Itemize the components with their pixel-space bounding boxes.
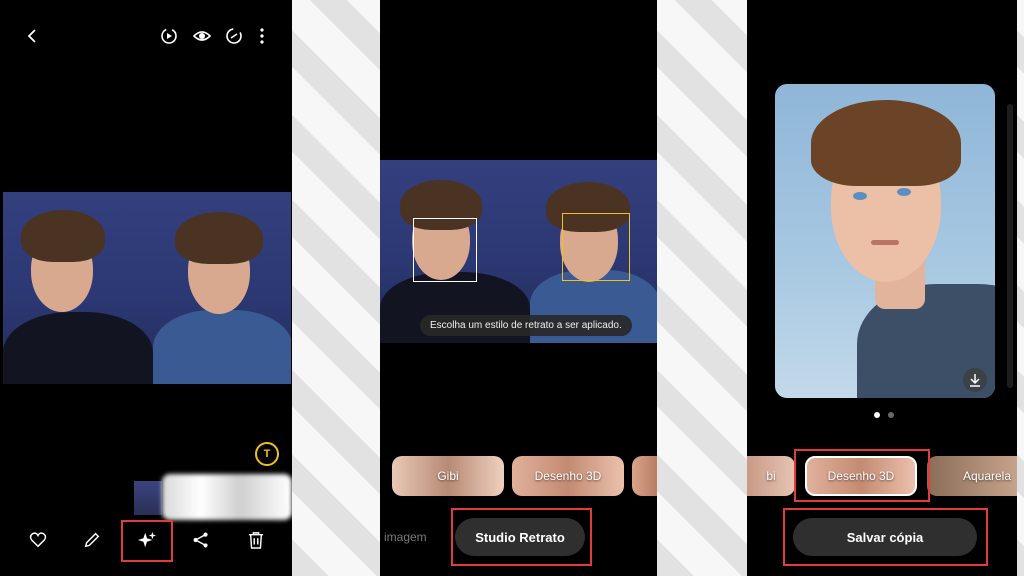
style-chip-desenho-3d[interactable]: Desenho 3D — [512, 456, 624, 496]
main-photo — [3, 192, 291, 384]
portrait-mouth — [871, 240, 899, 245]
page-dot — [888, 412, 894, 418]
back-icon[interactable] — [20, 24, 44, 48]
eye-icon[interactable] — [190, 24, 214, 48]
style-chip-gibi-partial[interactable]: bi — [747, 456, 795, 496]
rotate-icon[interactable] — [222, 24, 246, 48]
background-pattern — [657, 0, 747, 576]
page-dot-active — [874, 412, 880, 418]
pencil-icon[interactable] — [80, 528, 104, 552]
gallery-viewer-screen: T — [0, 0, 292, 576]
style-chip-aquarela[interactable]: Aquarela — [927, 456, 1017, 496]
portrait-result-screen: bi Desenho 3D Aquarela Salvar cópia — [747, 0, 1017, 576]
portrait-eye-left — [853, 192, 867, 200]
face-box-left[interactable] — [413, 218, 477, 282]
heart-icon[interactable] — [26, 528, 50, 552]
tab-imagem[interactable]: imagem — [384, 530, 427, 544]
share-icon[interactable] — [189, 528, 213, 552]
highlight-desenho-3d — [794, 449, 930, 502]
text-detect-label: T — [263, 448, 271, 460]
highlight-save-copy — [783, 508, 988, 566]
next-page-edge — [1007, 104, 1013, 388]
portrait-eye-right — [897, 188, 911, 196]
style-chip-label: Desenho 3D — [534, 469, 602, 483]
style-chip-partial[interactable] — [632, 456, 657, 496]
more-icon[interactable] — [252, 24, 272, 48]
highlight-studio-retrato — [451, 508, 592, 566]
text-detect-icon[interactable]: T — [255, 442, 279, 466]
portrait-studio-screen: Escolha um estilo de retrato a ser aplic… — [380, 0, 657, 576]
face-box-right-selected[interactable] — [562, 213, 630, 281]
motion-photo-icon[interactable] — [157, 24, 181, 48]
style-chip-label: bi — [766, 469, 776, 483]
filmstrip-thumbnail[interactable] — [134, 481, 162, 515]
background-pattern — [292, 0, 380, 576]
highlight-sparkle — [121, 520, 173, 562]
cartoon-portrait — [775, 84, 995, 398]
filmstrip-blurred — [162, 474, 292, 520]
style-chip-label: Gibi — [437, 469, 459, 483]
style-chip-label: Aquarela — [962, 469, 1012, 483]
trash-icon[interactable] — [244, 528, 268, 552]
background-pattern — [1017, 0, 1024, 576]
portrait-hair — [811, 100, 961, 186]
hint-toast: Escolha um estilo de retrato a ser aplic… — [420, 315, 632, 336]
download-icon[interactable] — [963, 368, 987, 392]
style-chip-gibi[interactable]: Gibi — [392, 456, 504, 496]
